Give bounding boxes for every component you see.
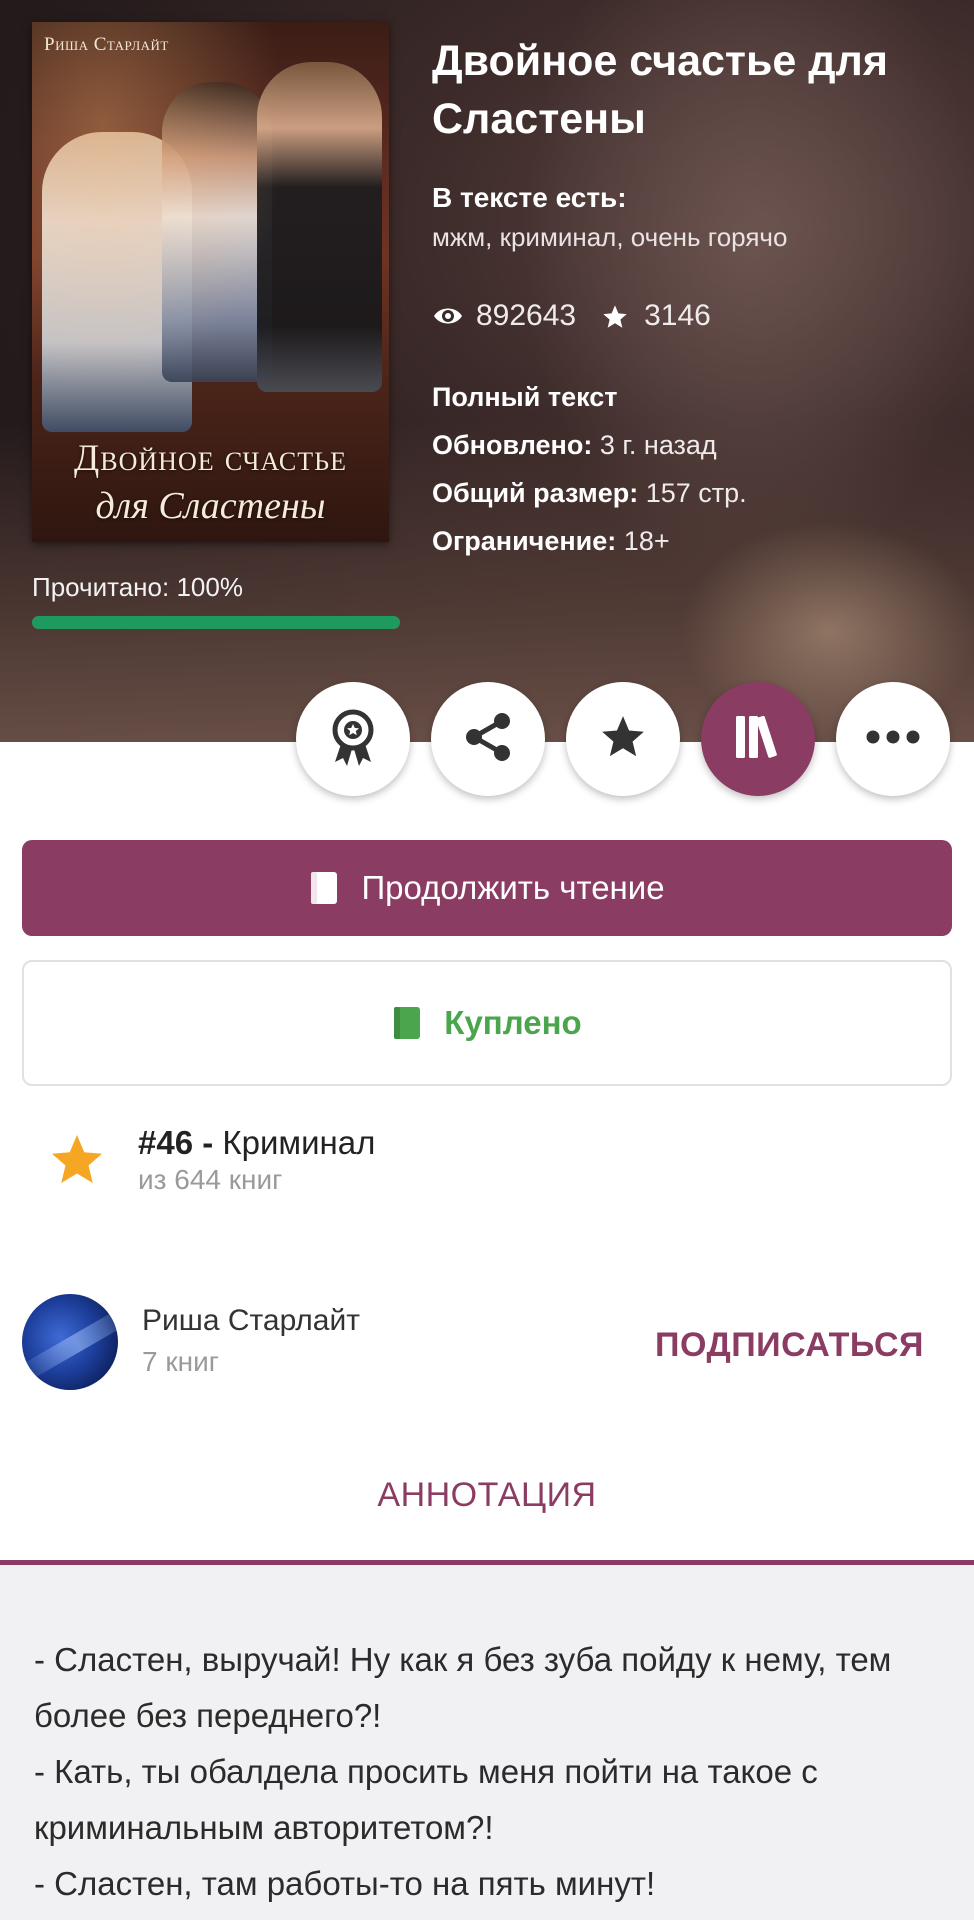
avatar-streak — [22, 1302, 118, 1384]
tags-label: В тексте есть: — [432, 182, 627, 213]
tags-list: мжм, криминал, очень горячо — [432, 222, 788, 252]
continue-reading-button[interactable]: Продолжить чтение — [22, 840, 952, 936]
book-cover[interactable]: Риша Старлайт Двойное счастье для Сласте… — [32, 22, 389, 542]
bought-label: Куплено — [444, 1004, 582, 1041]
size-label: Общий размер: — [432, 478, 639, 508]
read-progress-fill — [32, 616, 400, 629]
rank-total: из 644 книг — [138, 1164, 283, 1195]
bought-button[interactable]: Куплено — [22, 960, 952, 1086]
size-value: 157 стр. — [645, 478, 747, 508]
limit-label: Ограничение: — [432, 526, 617, 556]
updated-value: 3 г. назад — [599, 430, 717, 460]
updated-label: Обновлено: — [432, 430, 593, 460]
book-info: Двойное счастье для Сластены В тексте ес… — [432, 32, 952, 565]
tab-indicator — [0, 1560, 974, 1565]
share-icon — [460, 709, 516, 770]
annotation-line: - Сластен, там работы-то на пять минут! — [34, 1865, 656, 1902]
cover-author: Риша Старлайт — [44, 34, 169, 55]
rank-separator: - — [193, 1124, 223, 1161]
cover-title-line1: Двойное счастье — [74, 438, 347, 479]
read-progress-label: Прочитано: 100% — [32, 572, 243, 602]
annotation-line: - Сластен, выручай! Ну как я без зуба по… — [34, 1641, 892, 1734]
tab-annotation[interactable]: АННОТАЦИЯ — [0, 1476, 974, 1515]
book-icon — [392, 1005, 422, 1041]
award-icon — [325, 706, 381, 773]
views-count: 892643 — [476, 299, 577, 332]
annotation-line: - Кать, ты обалдела просить меня пойти н… — [34, 1753, 818, 1846]
author-books-count: 7 книг — [142, 1346, 219, 1377]
rank-genre: Криминал — [222, 1124, 376, 1161]
subscribe-button[interactable]: ПОДПИСАТЬСЯ — [655, 1326, 924, 1365]
status-text: Полный текст — [432, 382, 618, 412]
star-icon — [600, 303, 632, 329]
book-icon — [309, 870, 339, 906]
rank-star-icon — [46, 1130, 108, 1195]
author-avatar[interactable] — [22, 1294, 118, 1390]
rank-position: #46 — [138, 1124, 194, 1161]
book-header: Риша Старлайт Двойное счастье для Сласте… — [0, 0, 974, 742]
more-icon — [865, 729, 921, 750]
continue-reading-label: Продолжить чтение — [361, 869, 665, 906]
favorite-button[interactable] — [566, 682, 680, 796]
stars-count: 3146 — [644, 299, 711, 332]
rank-text: #46 - Криминал из 644 книг — [138, 1124, 375, 1196]
more-button[interactable] — [836, 682, 950, 796]
book-meta: Полный текст Обновлено: 3 г. назад Общий… — [432, 373, 952, 565]
limit-value: 18+ — [623, 526, 670, 556]
share-button[interactable] — [431, 682, 545, 796]
star-icon — [597, 712, 649, 767]
action-buttons — [296, 682, 950, 796]
author-name[interactable]: Риша Старлайт — [142, 1304, 360, 1338]
library-button[interactable] — [701, 682, 815, 796]
annotation-text: - Сластен, выручай! Ну как я без зуба по… — [34, 1632, 954, 1912]
eye-icon — [432, 303, 464, 329]
cover-title-line2: для Сластены — [95, 485, 326, 527]
library-icon — [732, 712, 784, 767]
book-title: Двойное счастье для Сластены — [432, 37, 888, 143]
book-stats: 892643 3146 — [432, 299, 952, 333]
genre-rank[interactable]: #46 - Криминал из 644 книг — [46, 1124, 375, 1196]
rank-line: #46 - Криминал — [138, 1124, 375, 1162]
read-progress-bar — [32, 616, 400, 629]
award-button[interactable] — [296, 682, 410, 796]
